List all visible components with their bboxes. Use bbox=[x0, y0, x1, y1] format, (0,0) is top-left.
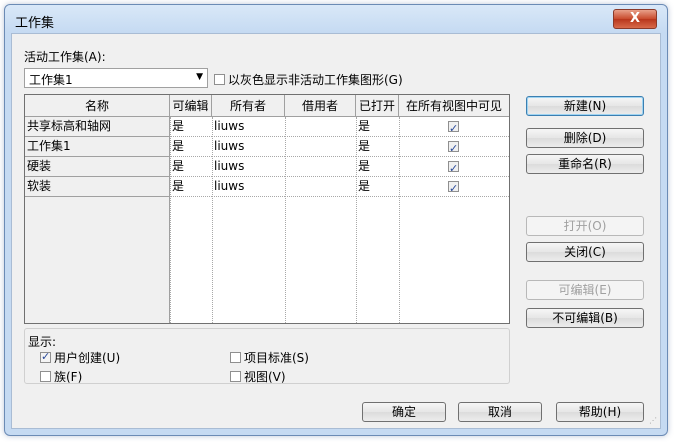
table-row-name[interactable]: 硬装 bbox=[25, 157, 170, 177]
column-header-borrowers[interactable]: 借用者 bbox=[285, 95, 356, 117]
column-header-name[interactable]: 名称 bbox=[25, 95, 170, 117]
table-row-owner: liuws bbox=[212, 137, 285, 157]
table-row-owner: liuws bbox=[212, 157, 285, 177]
active-workset-label: 活动工作集(A): bbox=[24, 50, 106, 64]
table-row-name[interactable]: 工作集1 bbox=[25, 137, 170, 157]
ok-button[interactable]: 确定 bbox=[362, 402, 446, 422]
table-row-editable[interactable]: 是 bbox=[170, 137, 212, 157]
table-row-borrowers bbox=[285, 157, 356, 177]
table-row-borrowers bbox=[285, 137, 356, 157]
project-standards-label: 项目标准(S) bbox=[244, 351, 309, 365]
table-row-borrowers bbox=[285, 117, 356, 137]
chevron-down-icon: ▼ bbox=[196, 72, 203, 82]
editable-button[interactable]: 可编辑(E) bbox=[526, 280, 644, 300]
rename-button[interactable]: 重命名(R) bbox=[526, 154, 644, 174]
table-row-name[interactable]: 共享标高和轴网 bbox=[25, 117, 170, 137]
visible-all-views-checkbox[interactable] bbox=[448, 139, 459, 156]
families-label: 族(F) bbox=[54, 370, 83, 384]
table-row-name[interactable]: 软装 bbox=[25, 177, 170, 197]
title-bar: 工作集 X bbox=[5, 5, 667, 33]
cancel-button[interactable]: 取消 bbox=[458, 402, 542, 422]
table-row-owner: liuws bbox=[212, 177, 285, 197]
gray-inactive-checkbox[interactable] bbox=[214, 74, 225, 85]
table-row-opened[interactable]: 是 bbox=[356, 157, 399, 177]
column-header-editable[interactable]: 可编辑 bbox=[170, 95, 212, 117]
views-label: 视图(V) bbox=[244, 370, 286, 384]
table-row-editable[interactable]: 是 bbox=[170, 157, 212, 177]
delete-button[interactable]: 删除(D) bbox=[526, 128, 644, 148]
visible-all-views-checkbox[interactable] bbox=[448, 119, 459, 136]
worksets-dialog: 工作集 X 活动工作集(A): 工作集1 ▼ 以灰色显示非活动工作集图形(G) … bbox=[4, 4, 668, 436]
dialog-content: 活动工作集(A): 工作集1 ▼ 以灰色显示非活动工作集图形(G) 名称 可编辑… bbox=[11, 33, 661, 429]
project-standards-checkbox[interactable] bbox=[230, 352, 241, 363]
column-header-owner[interactable]: 所有者 bbox=[212, 95, 285, 117]
non-editable-button[interactable]: 不可编辑(B) bbox=[526, 308, 644, 328]
families-checkbox[interactable] bbox=[40, 371, 51, 382]
show-label: 显示: bbox=[28, 335, 57, 349]
table-row-opened[interactable]: 是 bbox=[356, 117, 399, 137]
close-workset-button[interactable]: 关闭(C) bbox=[526, 242, 644, 262]
resize-grip-icon[interactable]: ⋰ bbox=[649, 416, 657, 425]
user-created-label: 用户创建(U) bbox=[54, 351, 121, 365]
views-checkbox[interactable] bbox=[230, 371, 241, 382]
table-row-visible-cell bbox=[399, 117, 509, 137]
table-row-visible-cell bbox=[399, 137, 509, 157]
new-button[interactable]: 新建(N) bbox=[526, 96, 644, 116]
table-row-visible-cell bbox=[399, 157, 509, 177]
gray-inactive-label: 以灰色显示非活动工作集图形(G) bbox=[228, 73, 403, 87]
table-row-borrowers bbox=[285, 177, 356, 197]
user-created-checkbox[interactable] bbox=[40, 350, 51, 363]
table-row-opened[interactable]: 是 bbox=[356, 177, 399, 197]
column-header-opened[interactable]: 已打开 bbox=[356, 95, 399, 117]
table-row-visible-cell bbox=[399, 177, 509, 197]
help-button[interactable]: 帮助(H) bbox=[556, 402, 644, 422]
window-title: 工作集 bbox=[15, 16, 55, 31]
visible-all-views-checkbox[interactable] bbox=[448, 159, 459, 176]
active-workset-select[interactable]: 工作集1 ▼ bbox=[24, 68, 208, 88]
active-workset-value: 工作集1 bbox=[29, 73, 73, 87]
table-row-opened[interactable]: 是 bbox=[356, 137, 399, 157]
close-button[interactable]: X bbox=[613, 9, 657, 29]
table-row-owner: liuws bbox=[212, 117, 285, 137]
table-row-editable[interactable]: 是 bbox=[170, 117, 212, 137]
open-button[interactable]: 打开(O) bbox=[526, 216, 644, 236]
table-row-editable[interactable]: 是 bbox=[170, 177, 212, 197]
column-header-visible-all-views[interactable]: 在所有视图中可见 bbox=[399, 95, 509, 117]
worksets-table[interactable]: 名称 可编辑 所有者 借用者 已打开 在所有视图中可见 共享标高和轴网 是 li… bbox=[24, 94, 510, 324]
visible-all-views-checkbox[interactable] bbox=[448, 179, 459, 196]
